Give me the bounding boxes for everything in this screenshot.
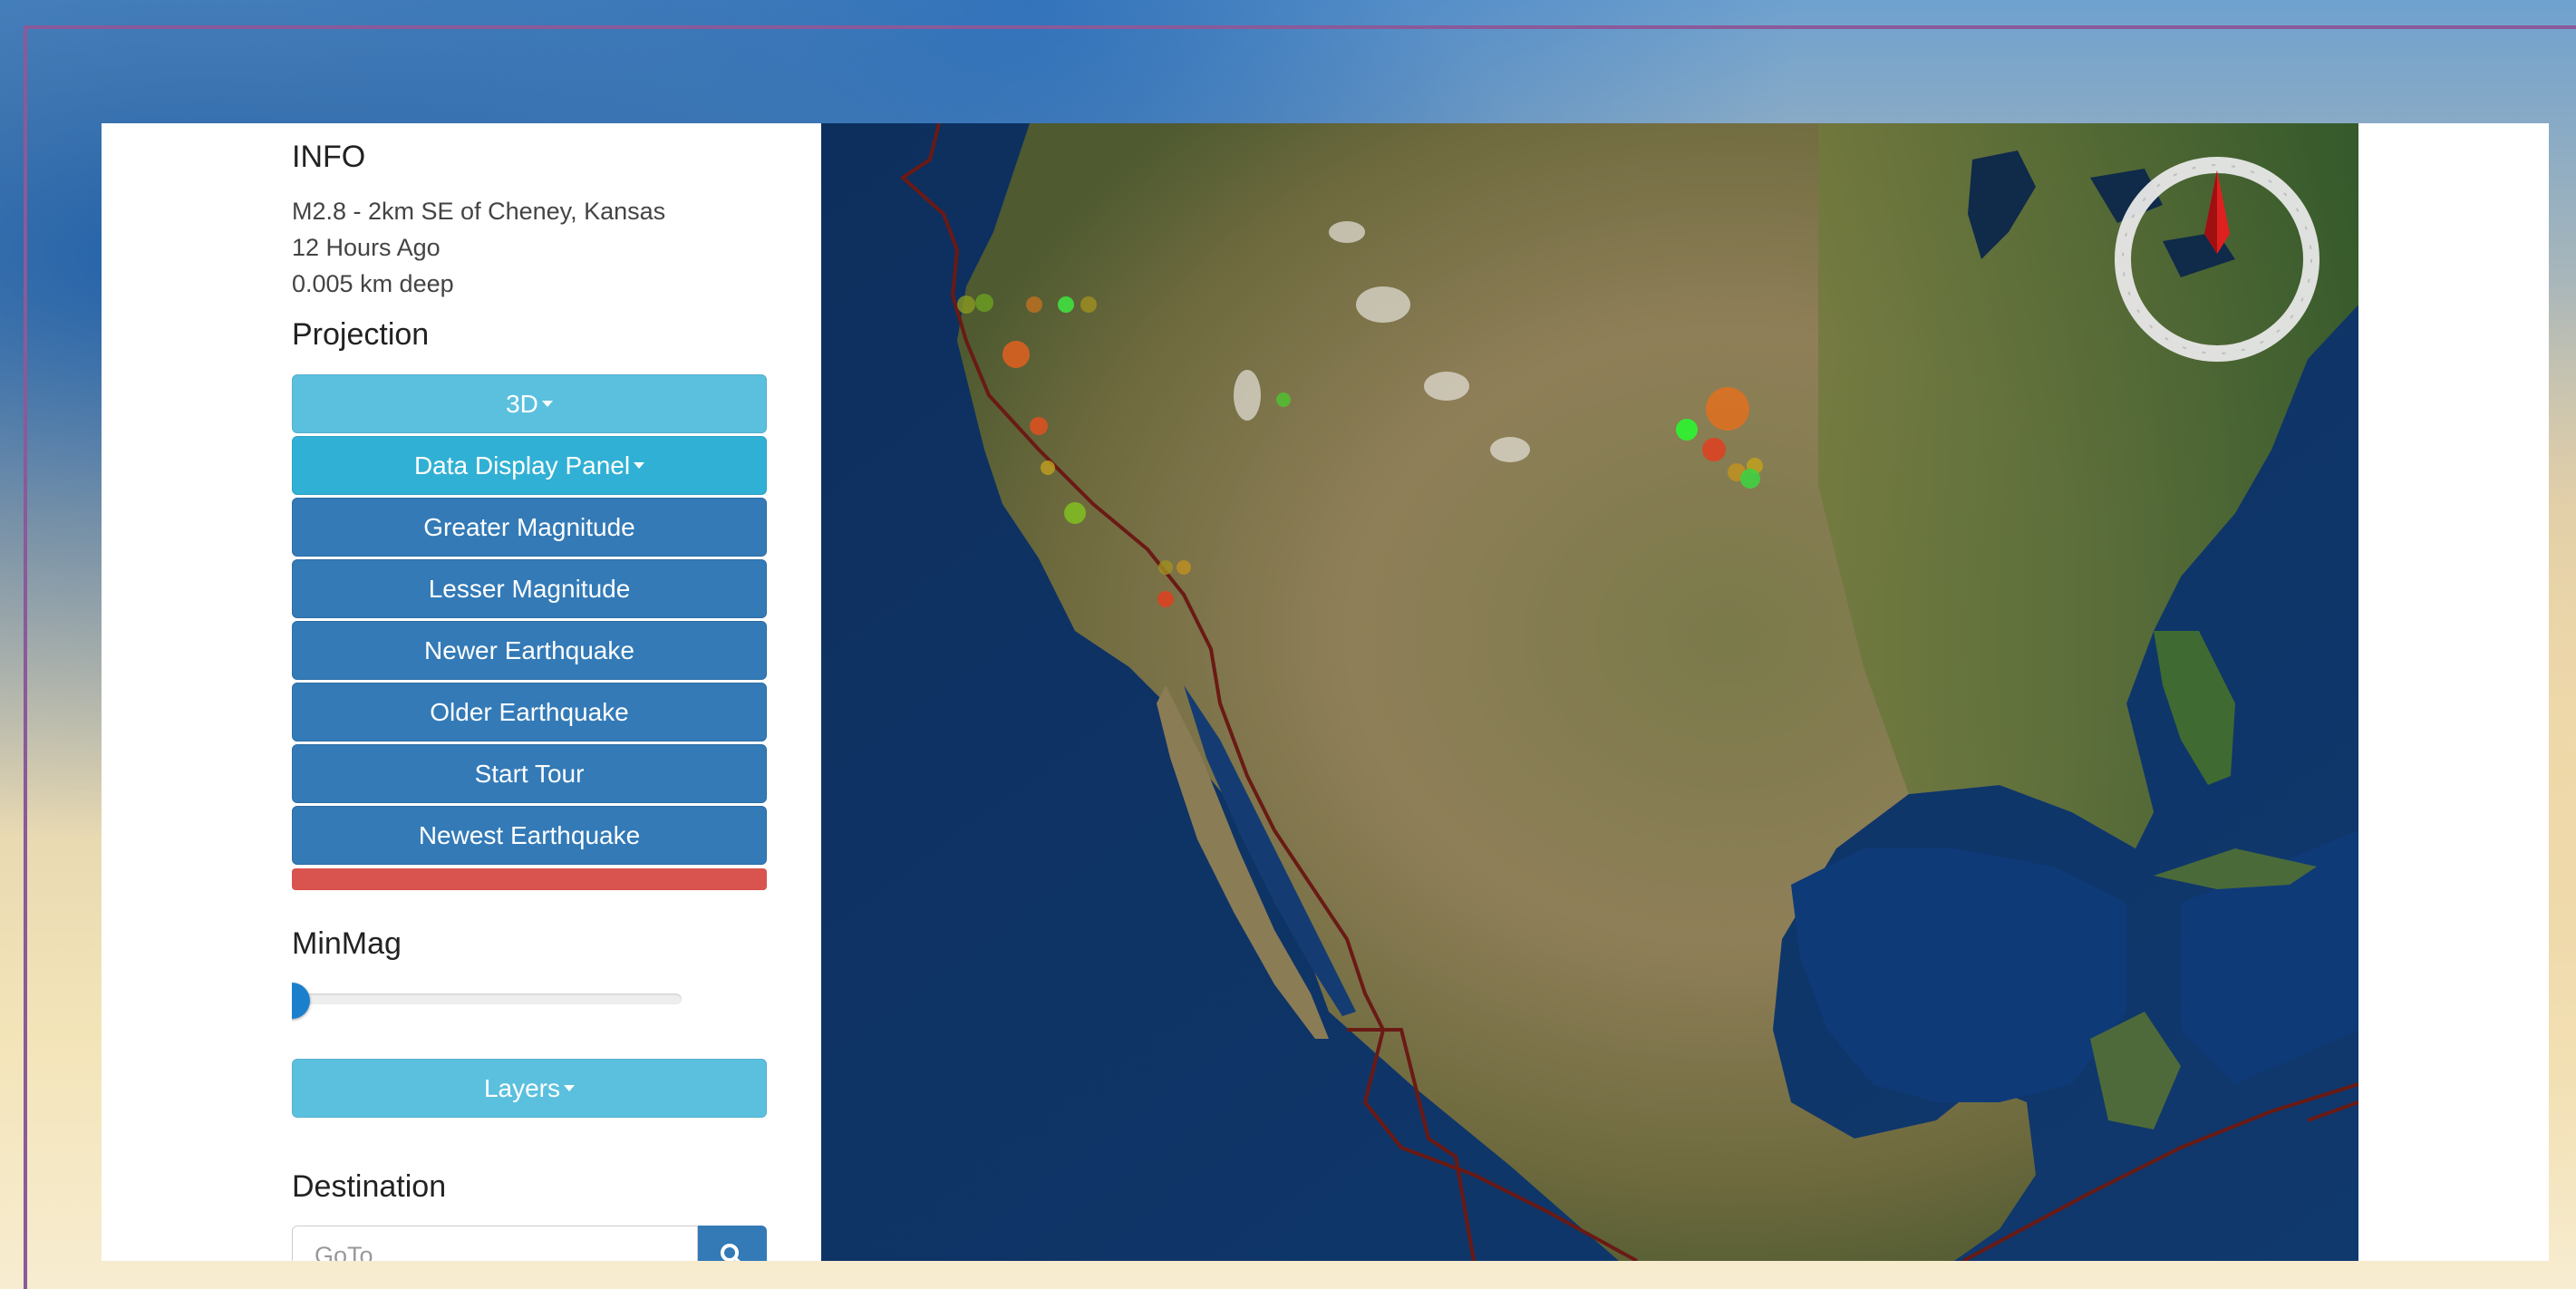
data-display-panel-label: Data Display Panel <box>413 451 631 480</box>
newest-earthquake-button[interactable]: Newest Earthquake <box>292 806 767 865</box>
search-icon <box>721 1244 741 1261</box>
caret-down-icon <box>564 1085 576 1091</box>
caret-down-icon <box>541 401 553 407</box>
projection-dropdown-button[interactable]: 3D <box>292 374 767 433</box>
info-heading: INFO <box>292 140 366 174</box>
caret-down-icon <box>634 462 645 469</box>
control-panel: INFO M2.8 - 2km SE of Cheney, Kansas 12 … <box>292 123 772 1261</box>
projection-heading: Projection <box>292 317 430 352</box>
globe-map-view[interactable] <box>821 123 2358 1261</box>
lesser-magnitude-button[interactable]: Lesser Magnitude <box>292 559 767 618</box>
map-canvas <box>821 123 2358 1261</box>
layers-dropdown-button[interactable]: Layers <box>292 1059 767 1118</box>
destination-heading: Destination <box>292 1169 447 1204</box>
quake-time: 12 Hours Ago <box>292 234 441 261</box>
goto-input[interactable] <box>292 1226 698 1261</box>
greater-magnitude-button[interactable]: Greater Magnitude <box>292 498 767 557</box>
search-button[interactable] <box>698 1226 767 1261</box>
older-earthquake-button[interactable]: Older Earthquake <box>292 683 767 741</box>
projection-mode-label: 3D <box>506 389 538 418</box>
progress-bar <box>292 868 767 890</box>
quake-depth: 0.005 km deep <box>292 270 454 297</box>
minmag-heading: MinMag <box>292 926 402 961</box>
start-tour-button[interactable]: Start Tour <box>292 744 767 803</box>
data-display-panel-button[interactable]: Data Display Panel <box>292 436 767 495</box>
layers-label: Layers <box>483 1073 561 1102</box>
app-page: INFO M2.8 - 2km SE of Cheney, Kansas 12 … <box>102 123 2549 1261</box>
minmag-slider-handle[interactable] <box>292 983 310 1019</box>
newer-earthquake-button[interactable]: Newer Earthquake <box>292 621 767 680</box>
quake-title: M2.8 - 2km SE of Cheney, Kansas <box>292 198 666 225</box>
minmag-slider-track[interactable] <box>292 993 682 1004</box>
